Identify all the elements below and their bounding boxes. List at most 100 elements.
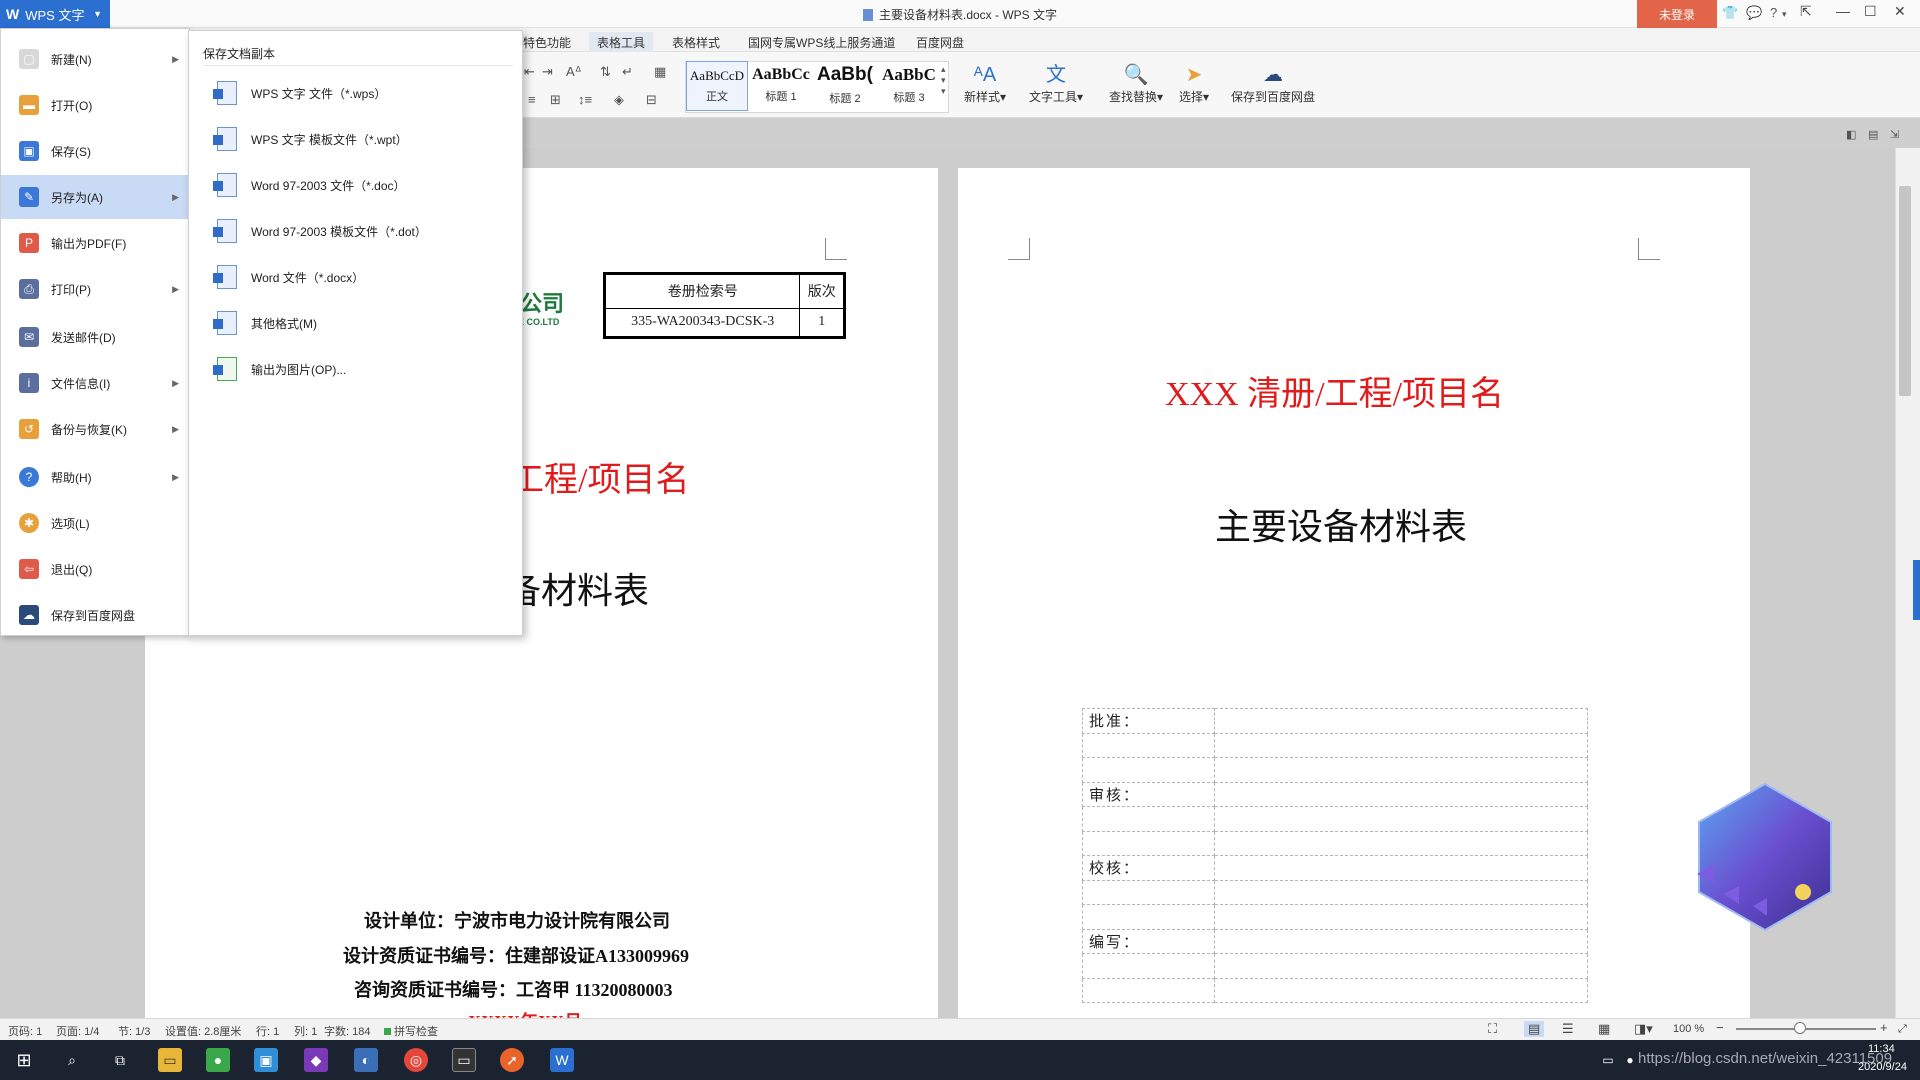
fill-color-icon[interactable]: ◈ — [614, 92, 624, 108]
line-spacing-icon[interactable]: ↕≡ — [578, 92, 592, 107]
decrease-indent-icon[interactable]: ⇤ — [524, 64, 535, 80]
save-as-wpt[interactable]: WPS 文字 模板文件（*.wpt） — [189, 117, 522, 161]
paragraph-mark-icon[interactable]: ↵ — [622, 64, 633, 80]
python-icon[interactable]: ◐ — [354, 1048, 378, 1072]
menu-exit[interactable]: ⇦ 退出(Q) — [1, 547, 189, 591]
menu-open[interactable]: ▬ 打开(O) — [1, 83, 189, 127]
outline-view-icon[interactable]: ☰ — [1562, 1021, 1574, 1037]
app-orange-icon[interactable]: ➚ — [500, 1048, 524, 1072]
menu-options[interactable]: ✱ 选项(L) — [1, 501, 189, 545]
doc-view-icon[interactable]: ◧ — [1846, 128, 1856, 141]
page-view-icon[interactable]: ▤ — [1524, 1021, 1545, 1037]
fit-page-icon[interactable]: ⤢ — [1898, 1023, 1907, 1036]
table-cell[interactable] — [1214, 928, 1588, 954]
tab-special-features[interactable]: 特色功能 — [515, 32, 579, 53]
menu-save-as[interactable]: ✎ 另存为(A) ▶ — [1, 175, 189, 219]
menu-help[interactable]: ? 帮助(H) ▶ — [1, 455, 189, 499]
ide-icon[interactable]: ◆ — [304, 1048, 328, 1072]
style-heading-1[interactable]: AaBbCc 标题 1 — [750, 61, 812, 111]
style-heading-3[interactable]: AaBbC 标题 3 — [878, 61, 940, 111]
table-cell[interactable] — [1214, 806, 1588, 832]
select-button[interactable]: ➤ 选择▾ — [1174, 62, 1214, 105]
table-cell[interactable] — [1214, 953, 1588, 979]
menu-print[interactable]: ⎙ 打印(P) ▶ — [1, 267, 189, 311]
tab-table-style[interactable]: 表格样式 — [664, 32, 728, 53]
help-icon[interactable]: ? — [1770, 5, 1777, 20]
text-tools-button[interactable]: 文 文字工具▾ — [1026, 62, 1086, 105]
focus-mode-icon[interactable]: ⛶ — [1488, 1021, 1497, 1037]
save-as-wps[interactable]: WPS 文字 文件（*.wps） — [189, 71, 522, 115]
table-cell[interactable] — [1214, 855, 1588, 881]
menu-file-info[interactable]: i 文件信息(I) ▶ — [1, 361, 189, 405]
volume-index-table[interactable]: 卷册检索号 版次 335-WA200343-DCSK-3 1 — [603, 272, 846, 339]
save-as-docx[interactable]: Word 文件（*.docx） — [189, 255, 522, 299]
zoom-slider-track[interactable] — [1736, 1028, 1876, 1030]
clock-time[interactable]: 11:34 — [1868, 1043, 1895, 1055]
table-cell[interactable] — [1214, 781, 1588, 807]
menu-backup-restore[interactable]: ↺ 备份与恢复(K) ▶ — [1, 407, 189, 451]
save-as-doc[interactable]: Word 97-2003 文件（*.doc） — [189, 163, 522, 207]
export-as-image[interactable]: 输出为图片(OP)... — [189, 347, 522, 391]
zoom-out-icon[interactable]: − — [1716, 1020, 1724, 1035]
distribute-icon[interactable]: ⊞ — [550, 92, 561, 108]
menu-save[interactable]: ▣ 保存(S) — [1, 129, 189, 173]
table-cell[interactable] — [1214, 708, 1588, 734]
app-blue-icon[interactable]: ▣ — [254, 1048, 278, 1072]
align-icon[interactable]: ≡ — [528, 92, 536, 107]
wps-writer-icon[interactable]: W — [550, 1048, 574, 1072]
font-size-up-icon[interactable]: Aᐞ — [566, 64, 582, 80]
skin-icon[interactable]: 👕 — [1722, 5, 1738, 21]
close-icon[interactable]: ✕ — [1894, 3, 1906, 20]
login-button[interactable]: 未登录 — [1637, 0, 1717, 28]
menu-export-pdf[interactable]: P 输出为PDF(F) — [1, 221, 189, 265]
borders-icon[interactable]: ⊟ — [646, 92, 657, 108]
table-cell[interactable] — [1214, 732, 1588, 758]
tab-baidu-netdisk[interactable]: 百度网盘 — [908, 32, 972, 53]
chat-icon[interactable]: 💬 — [1746, 5, 1762, 21]
minimize-icon[interactable]: — — [1836, 3, 1850, 19]
table-cell[interactable] — [1214, 879, 1588, 905]
zoom-slider-knob[interactable] — [1794, 1022, 1806, 1034]
increase-indent-icon[interactable]: ⇥ — [542, 64, 553, 80]
zoom-level[interactable]: 100 % — [1673, 1023, 1704, 1035]
table-cell[interactable] — [1214, 757, 1588, 783]
save-baidu-button[interactable]: ☁ 保存到百度网盘 — [1228, 62, 1318, 105]
file-explorer-icon[interactable]: ▭ — [158, 1048, 182, 1072]
menu-send-mail[interactable]: ✉ 发送邮件(D) — [1, 315, 189, 359]
scrollbar-thumb[interactable] — [1899, 186, 1911, 396]
chrome-icon[interactable]: ◎ — [404, 1048, 428, 1072]
spell-check-button[interactable]: 拼写检查 — [384, 1023, 438, 1039]
tray-icon[interactable]: ▭ — [1596, 1048, 1620, 1072]
new-style-button[interactable]: ᴬA 新样式▾ — [960, 62, 1010, 105]
clock-date[interactable]: 2020/9/24 — [1858, 1061, 1907, 1073]
terminal-icon[interactable]: ▭ — [452, 1048, 476, 1072]
read-view-icon[interactable]: ◨▾ — [1634, 1021, 1653, 1037]
floating-assistant-widget[interactable] — [1695, 782, 1835, 932]
style-normal[interactable]: AaBbCcD 正文 — [686, 61, 748, 111]
task-view-icon[interactable]: ⧉ — [108, 1048, 132, 1072]
wechat-icon[interactable]: ● — [206, 1048, 230, 1072]
web-view-icon[interactable]: ▦ — [1598, 1021, 1610, 1037]
menu-new[interactable]: ▢ 新建(N) ▶ — [1, 37, 189, 81]
tab-state-grid-service[interactable]: 国网专属WPS线上服务通道 — [740, 32, 903, 53]
gallery-scroll-icon[interactable]: ▴ ▾ ▾ — [941, 64, 946, 97]
table-icon[interactable]: ▦ — [654, 64, 666, 80]
restore-ribbon-icon[interactable]: ⇱ — [1800, 3, 1812, 20]
save-as-dot[interactable]: Word 97-2003 模板文件（*.dot） — [189, 209, 522, 253]
tab-table-tools[interactable]: 表格工具 — [589, 32, 654, 53]
windows-start-icon[interactable]: ⊞ — [12, 1048, 36, 1072]
style-heading-2[interactable]: AaBb( 标题 2 — [814, 61, 876, 111]
doc-close-icon[interactable]: ⇲ — [1890, 128, 1899, 141]
sort-icon[interactable]: ⇅ — [600, 64, 611, 80]
chevron-down-icon[interactable]: ▾ — [1782, 9, 1787, 20]
save-as-other-formats[interactable]: 其他格式(M) — [189, 301, 522, 345]
side-panel-tab[interactable] — [1913, 560, 1920, 620]
doc-list-icon[interactable]: ▤ — [1868, 128, 1878, 141]
maximize-icon[interactable]: ☐ — [1864, 3, 1877, 20]
search-icon[interactable]: ⌕ — [60, 1048, 84, 1072]
find-replace-button[interactable]: 🔍 查找替换▾ — [1106, 62, 1166, 105]
table-cell[interactable] — [1214, 904, 1588, 930]
zoom-in-icon[interactable]: + — [1880, 1020, 1888, 1035]
table-cell[interactable] — [1214, 977, 1588, 1003]
menu-save-baidu[interactable]: ☁ 保存到百度网盘 — [1, 593, 189, 637]
